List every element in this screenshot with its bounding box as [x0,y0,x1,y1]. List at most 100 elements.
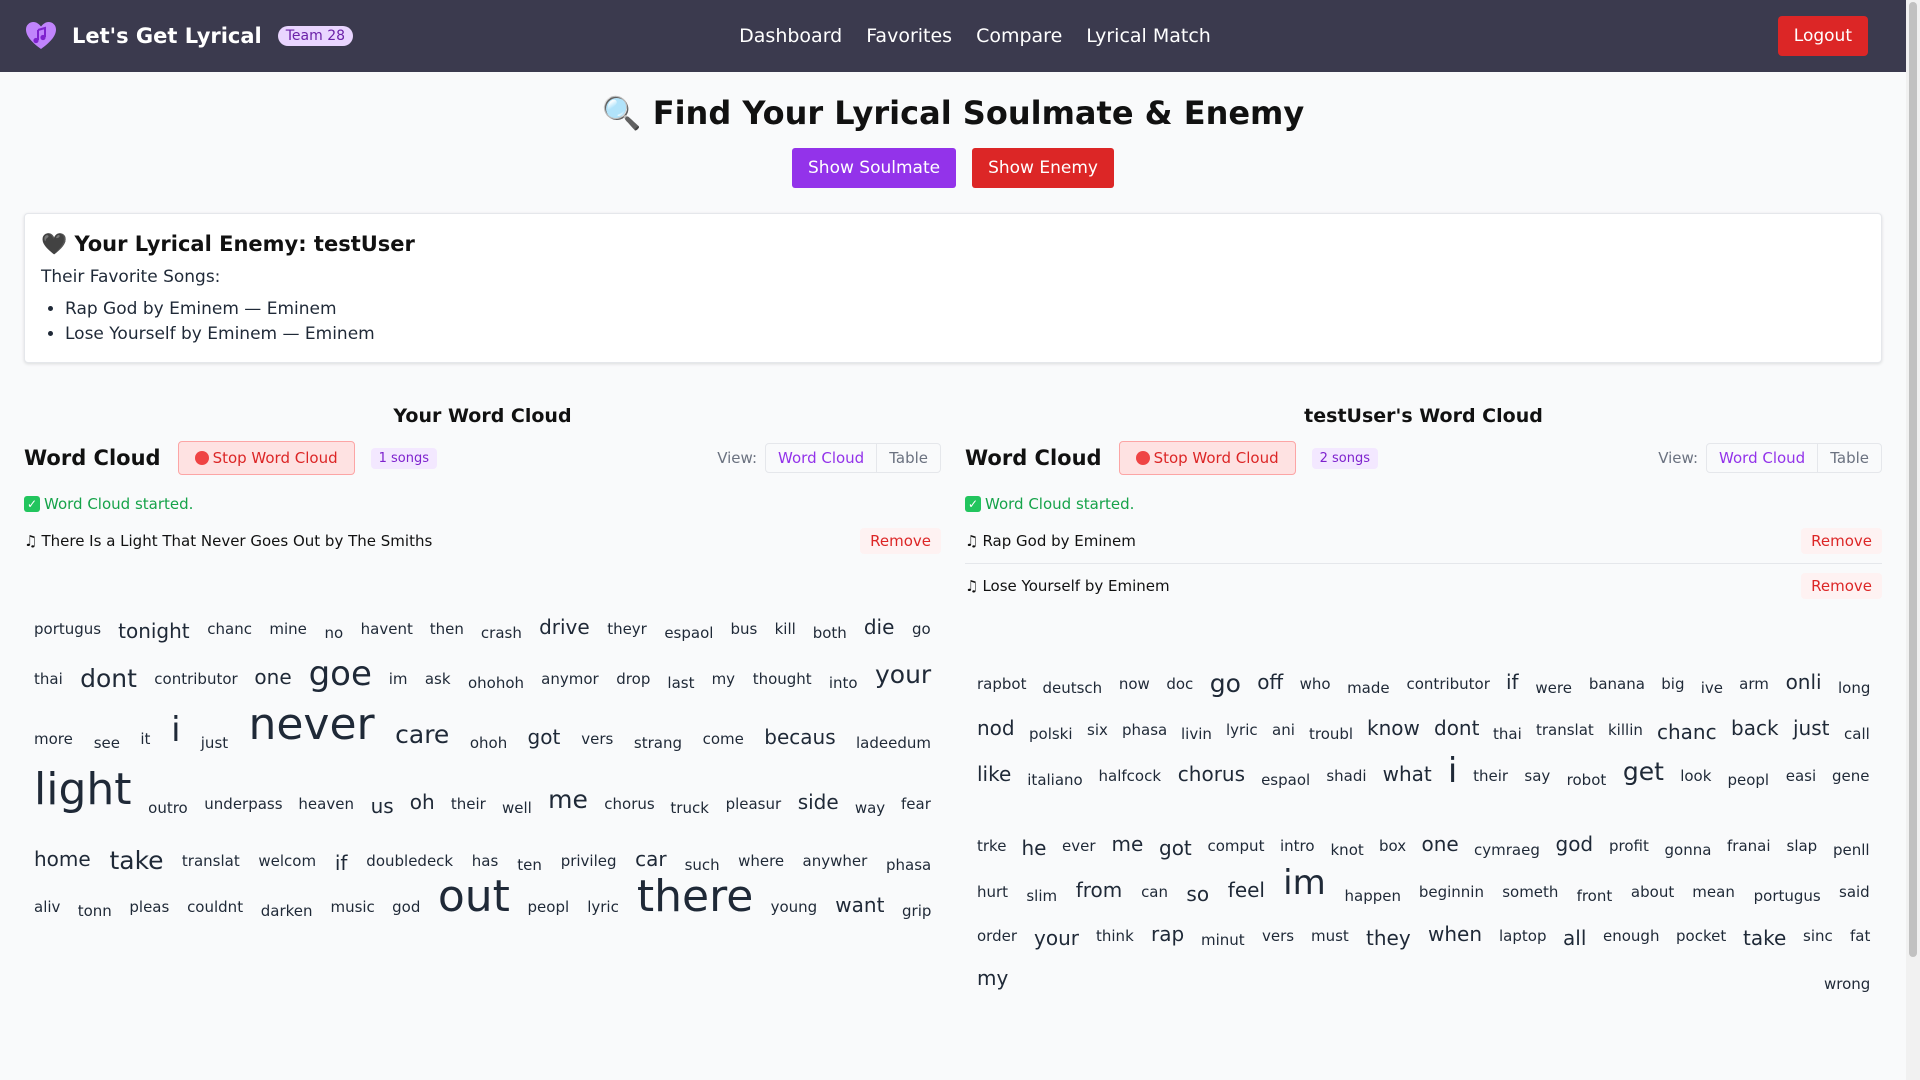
cloud-word: someth [1502,883,1559,901]
cloud-word: anymor [541,670,599,688]
cloud-word: mine [269,620,307,638]
music-note-icon: ♫ [965,577,979,595]
show-soulmate-button[interactable]: Show Soulmate [792,148,957,188]
cloud-word: robot [1566,771,1607,789]
cloud-word: couldnt [187,898,244,916]
view-word-cloud-option[interactable]: Word Cloud [766,444,878,472]
cloud-word: has [471,852,499,870]
cloud-word: drive [539,615,590,639]
view-toggle: Word Cloud Table [1706,443,1882,473]
cloud-word: onli [1785,670,1822,694]
cloud-word: front [1576,887,1613,905]
status-message: ✓ Word Cloud started. [24,495,941,513]
cloud-word: way [854,799,886,817]
status-text: Word Cloud started. [985,495,1135,513]
nav-link-favorites[interactable]: Favorites [866,25,952,47]
cloud-word: out [437,871,510,922]
cloud-word: rapbot [977,675,1027,693]
song-row: ♫ There Is a Light That Never Goes Out by… [24,518,941,563]
song-title: Rap God by Eminem [982,531,1136,550]
panel-title: Your Word Cloud [393,405,572,427]
music-note-icon: ♫ [965,531,979,550]
heart-music-logo-icon [24,19,58,53]
cloud-word: kill [774,620,796,638]
stop-word-cloud-button[interactable]: Stop Word Cloud [177,441,355,475]
scrollbar-thumb[interactable] [1909,2,1917,957]
logout-button[interactable]: Logout [1777,16,1868,56]
cloud-word: ever [1062,837,1096,855]
cloud-word: go [912,620,931,638]
cloud-word: look [1680,767,1712,785]
cloud-word: sinc [1803,927,1833,945]
cloud-word: becaus [764,725,836,749]
page-scrollbar[interactable] [1906,0,1920,1080]
nav-link-lyrical-match[interactable]: Lyrical Match [1086,25,1211,47]
cloud-word: goe [308,654,372,694]
cloud-word: about [1630,883,1675,901]
cloud-word: off [1257,670,1284,694]
cloud-word: their [450,795,486,813]
remove-song-button[interactable]: Remove [1801,573,1882,599]
cloud-word: music [330,898,375,916]
cloud-word: made [1347,679,1390,697]
cloud-word: translat [1536,721,1594,739]
cloud-word: from [1075,878,1123,902]
cloud-word: chanc [207,620,252,638]
cloud-word: rap [1151,922,1185,946]
cloud-word: penll [1833,841,1870,859]
cloud-word: troubl [1309,725,1354,743]
remove-song-button[interactable]: Remove [860,527,941,554]
status-text: Word Cloud started. [44,495,194,513]
cloud-word: tonight [118,619,190,643]
cloud-word: chorus [1177,762,1246,786]
cloud-word: arm [1739,675,1769,693]
brand[interactable]: Let's Get Lyrical Team 28 [24,19,354,53]
nav-link-dashboard[interactable]: Dashboard [739,25,842,47]
view-label: View: [717,449,758,467]
cloud-word: pleas [129,898,170,916]
cloud-word: pleasur [725,795,782,813]
team-badge: Team 28 [277,26,354,46]
stop-word-cloud-button[interactable]: Stop Word Cloud [1118,441,1296,475]
song-list: ♫ Rap God by Eminem Remove ♫ Lose Yourself… [965,518,1882,608]
cloud-word: im [388,670,408,688]
word-cloud-header: Word Cloud Stop Word Cloud 1 songs View:… [24,441,941,475]
show-enemy-button[interactable]: Show Enemy [972,148,1114,188]
cloud-word: like [977,762,1012,786]
cloud-word: who [1299,675,1331,693]
cloud-word: hurt [977,883,1009,901]
cloud-word: halfcock [1098,767,1162,785]
stop-label: Stop Word Cloud [212,449,338,467]
cloud-word: your [1034,926,1079,950]
cloud-word: trke [977,837,1007,855]
cloud-word: got [527,725,561,749]
cloud-word: me [1111,832,1144,856]
view-word-cloud-option[interactable]: Word Cloud [1707,444,1819,472]
cloud-word: vers [1262,927,1295,945]
cloud-word: contributor [154,670,238,688]
cloud-word: he [1021,836,1047,860]
cloud-word: ladeedum [856,734,931,752]
cloud-word: peopl [1727,771,1770,789]
cloud-word: intro [1280,837,1315,855]
word-cloud: portugus tonight chanc mine no havent then cras… [24,563,941,1003]
view-table-option[interactable]: Table [1818,444,1881,472]
cloud-word: your [875,660,932,689]
nav-link-compare[interactable]: Compare [976,25,1062,47]
cloud-word: six [1087,721,1108,739]
cloud-word: thai [1493,725,1522,743]
cloud-word: they [1366,926,1411,950]
cloud-word: long [1838,679,1871,697]
cloud-word: knot [1330,841,1364,859]
cloud-word: happen [1344,887,1401,905]
view-table-option[interactable]: Table [877,444,940,472]
cloud-word: heaven [298,795,354,813]
cloud-word: it [140,730,151,748]
cloud-word: phasa [1122,721,1168,739]
remove-song-button[interactable]: Remove [1801,527,1882,554]
cloud-word: all [1563,926,1587,950]
cloud-word: darken [260,902,313,920]
cloud-word: go [1209,669,1241,698]
cloud-word: deutsch [1042,679,1103,697]
cloud-word: where [738,852,785,870]
